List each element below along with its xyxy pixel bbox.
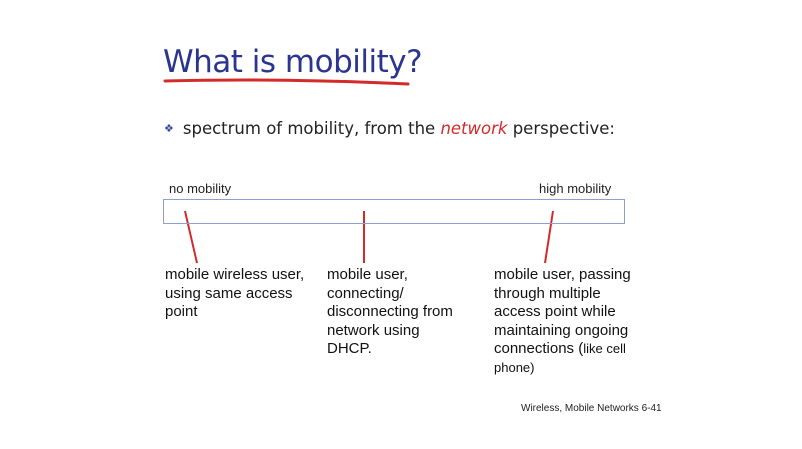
bullet-item: ❖ spectrum of mobility, from the network … bbox=[164, 119, 615, 138]
col-line: network using bbox=[327, 321, 420, 339]
col-line: using same access bbox=[165, 284, 293, 302]
slide: What is mobility? ❖ spectrum of mobility,… bbox=[0, 0, 802, 449]
bullet-text: spectrum of mobility, from the bbox=[182, 119, 441, 138]
col-line: point bbox=[165, 303, 198, 320]
mobility-spectrum-bar bbox=[163, 199, 625, 224]
col-line: through multiple bbox=[494, 284, 601, 302]
title-underline bbox=[163, 78, 410, 86]
col-line: DHCP. bbox=[327, 340, 372, 357]
bullet-text-end: perspective: bbox=[507, 119, 615, 138]
col-line: mobile user, passing bbox=[494, 266, 631, 283]
diamond-bullet-icon: ❖ bbox=[164, 122, 174, 135]
column-high-mobility: mobile user, passing through multiple ac… bbox=[494, 266, 631, 377]
high-mobility-label: high mobility bbox=[539, 181, 612, 196]
col-line: maintaining ongoing bbox=[494, 321, 629, 339]
column-dhcp: mobile user, connecting/ disconnecting f… bbox=[327, 266, 453, 359]
col-line: connections (like cell bbox=[494, 340, 631, 359]
col-line-small: like cell bbox=[583, 341, 626, 356]
col-line-main: connections ( bbox=[494, 340, 584, 357]
no-mobility-label: no mobility bbox=[169, 181, 232, 196]
annotation-lines bbox=[163, 78, 554, 264]
col-line: connecting/ bbox=[327, 284, 404, 302]
slide-footer: Wireless, Mobile Networks 6-41 bbox=[521, 403, 662, 414]
col-line: access point while bbox=[494, 303, 616, 320]
col-line: phone) bbox=[494, 359, 535, 375]
bullet-emphasis: network bbox=[440, 119, 508, 138]
col-line: mobile wireless user, bbox=[165, 266, 305, 283]
column-no-mobility: mobile wireless user, using same access … bbox=[165, 266, 304, 322]
col-line: disconnecting from bbox=[327, 303, 453, 320]
col-line: mobile user, bbox=[327, 266, 408, 283]
